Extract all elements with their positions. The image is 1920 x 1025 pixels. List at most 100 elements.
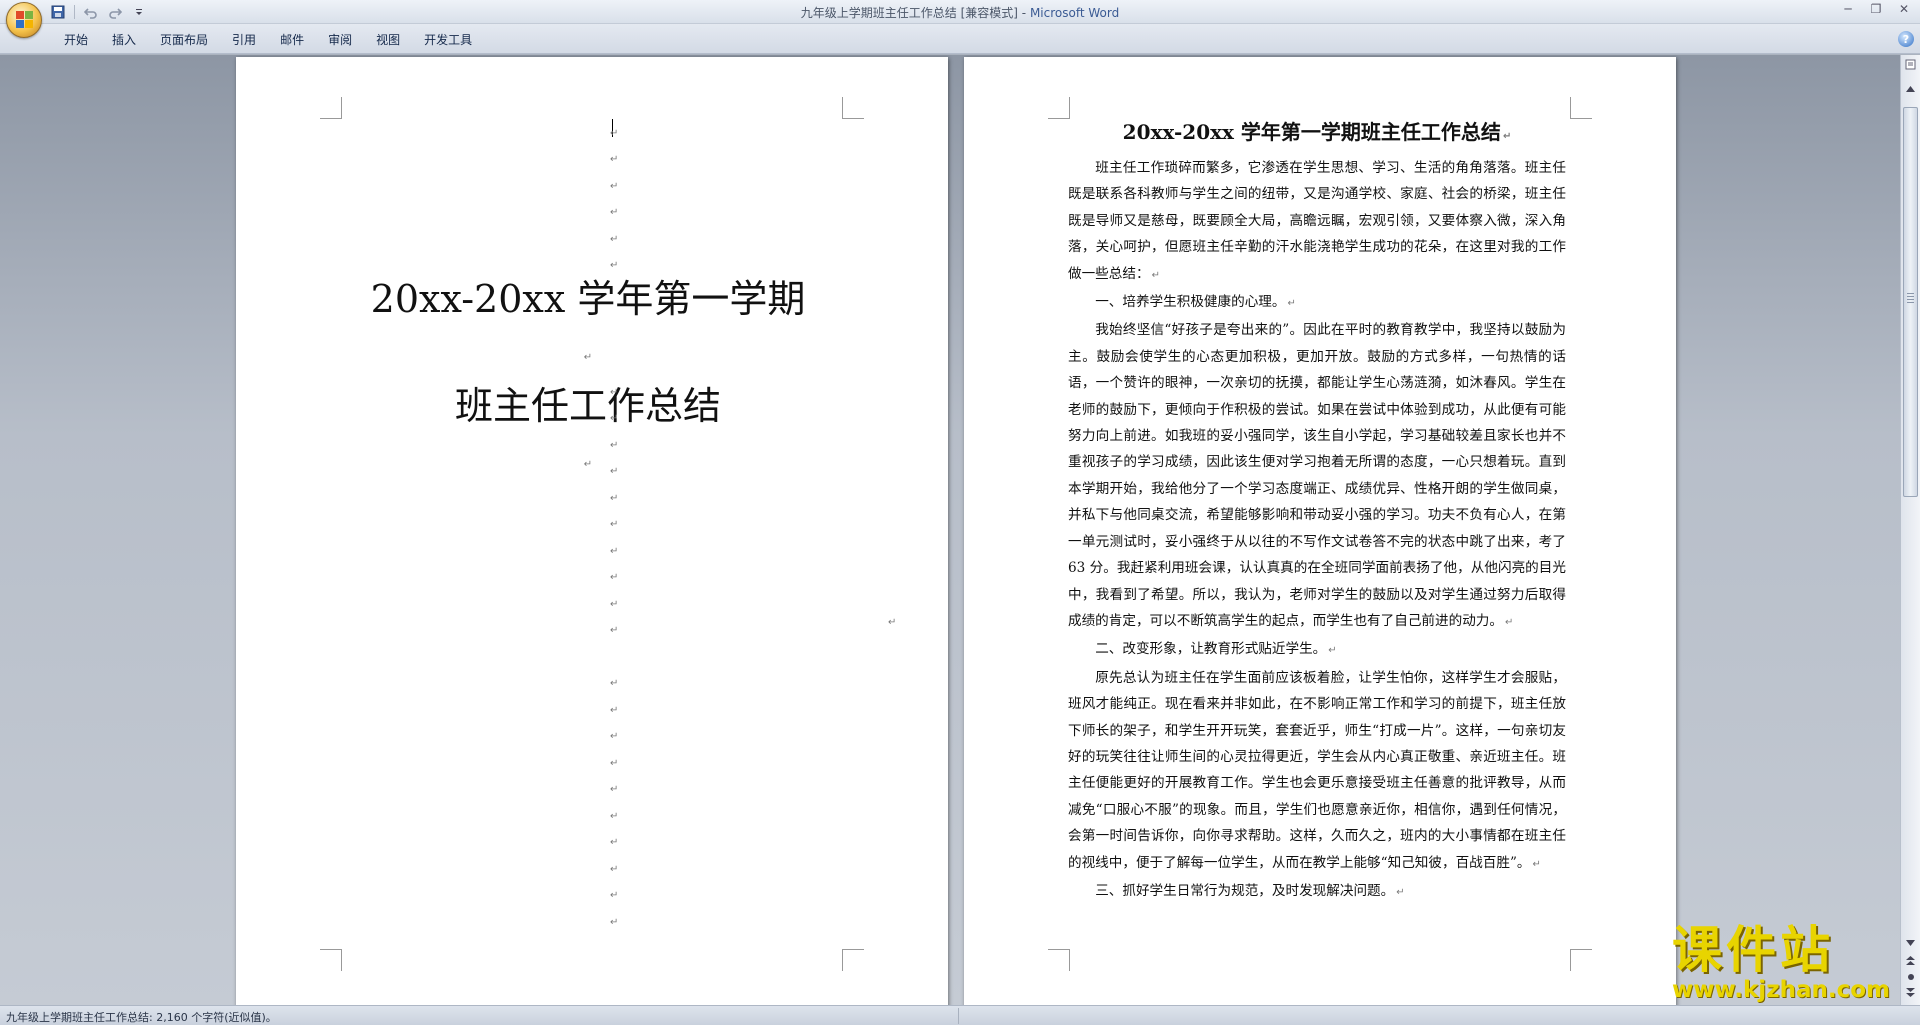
paragraph-mark: ↵	[1328, 645, 1337, 657]
crop-mark	[320, 97, 342, 119]
close-button[interactable]: ✕	[1890, 0, 1918, 18]
window-title: 九年级上学期班主任工作总结 [兼容模式] - Microsoft Word	[0, 4, 1920, 21]
paragraph-mark: ↵	[610, 864, 619, 875]
paragraph-mark: ↵	[610, 493, 619, 504]
select-browse-object-icon[interactable]	[1903, 969, 1918, 984]
vertical-scrollbar[interactable]	[1900, 55, 1920, 1005]
paragraph-mark: ↵	[610, 260, 619, 271]
ribbon: 开始 插入 页面布局 引用 邮件 审阅 视图 开发工具 ?	[0, 24, 1920, 54]
tab-references[interactable]: 引用	[220, 30, 268, 50]
paragraph-mark: ↵	[1151, 269, 1160, 281]
tab-insert[interactable]: 插入	[100, 30, 148, 50]
paragraph-mark: ↵	[1287, 298, 1296, 310]
next-page-icon[interactable]	[1903, 985, 1918, 1000]
paragraph-mark: ↵	[610, 154, 619, 165]
section-heading-text: 二、改变形象，让教育形式贴近学生。	[1095, 641, 1327, 658]
paragraph-mark: ↵	[610, 731, 619, 742]
section-heading: 三、抓好学生日常行为规范，及时发现解决问题。 ↵	[1068, 878, 1566, 906]
paragraph-mark: ↵	[610, 917, 619, 928]
crop-mark	[1048, 949, 1070, 971]
paragraph-mark: ↵	[610, 181, 619, 192]
paragraph-mark: ↵	[1396, 886, 1405, 898]
scroll-up-icon[interactable]	[1903, 81, 1918, 96]
paragraph-mark: ↵	[610, 519, 619, 530]
scrollbar-thumb[interactable]	[1903, 107, 1918, 497]
crop-mark	[320, 949, 342, 971]
paragraph-mark: ↵	[610, 599, 619, 610]
section-heading-text: 一、培养学生积极健康的心理。	[1095, 294, 1286, 311]
crop-mark	[1570, 949, 1592, 971]
help-icon[interactable]: ?	[1898, 31, 1914, 47]
scroll-down-icon[interactable]	[1903, 935, 1918, 950]
tab-review[interactable]: 审阅	[316, 30, 364, 50]
watermark-chinese: 课件站	[1672, 921, 1834, 979]
office-logo-icon	[16, 11, 34, 29]
crop-mark	[842, 949, 864, 971]
ruler-toggle-icon[interactable]	[1903, 57, 1918, 72]
paragraph-mark: ↵	[610, 678, 619, 689]
minimize-button[interactable]: ─	[1834, 0, 1862, 18]
paragraph-mark: ↵	[610, 572, 619, 583]
document-title: 20xx-20xx 学年第一学期班主任工作总结 ↵	[1068, 117, 1566, 152]
tab-developer[interactable]: 开发工具	[412, 30, 484, 50]
paragraph-mark: ↵	[610, 128, 619, 139]
office-button[interactable]	[6, 2, 42, 38]
paragraph-mark: ↵	[1505, 616, 1514, 628]
cover-title-line-2: 班主任工作总结	[454, 384, 721, 428]
paragraph: 原先总认为班主任在学生面前应该板着脸，让学生怕你，这样学生才会服贴，班风才能纯正…	[1068, 665, 1566, 878]
paragraph-mark: ↵	[610, 811, 619, 822]
tab-view[interactable]: 视图	[364, 30, 412, 50]
document-name: 九年级上学期班主任工作总结 [兼容模式]	[800, 6, 1018, 20]
status-bar: 九年级上学期班主任工作总结: 2,160 个字符(近似值)。	[0, 1005, 1920, 1025]
paragraph-mark: ↵	[610, 440, 619, 451]
paragraph-mark: ↵	[1502, 131, 1512, 142]
section-heading: 二、改变形象，让教育形式贴近学生。 ↵	[1068, 636, 1566, 664]
paragraph-text: 原先总认为班主任在学生面前应该板着脸，让学生怕你，这样学生才会服贴，班风才能纯正…	[1068, 669, 1566, 871]
word-count-status[interactable]: 九年级上学期班主任工作总结: 2,160 个字符(近似值)。	[6, 1009, 277, 1025]
paragraph-mark: ↵	[610, 705, 619, 716]
section-heading: 一、培养学生积极健康的心理。 ↵	[1068, 289, 1566, 317]
paragraph-mark: ↵	[610, 546, 619, 557]
scrollbar-grip	[1907, 293, 1914, 303]
document-page-1[interactable]: ↵ ↵ ↵ ↵ ↵ ↵ 20xx-20xx 学年第一学期 ↵ 班主任工作总结 ↵ ↵…	[236, 57, 948, 1005]
window-controls: ─ ❐ ✕	[1834, 0, 1918, 18]
paragraph-text: 班主任工作琐碎而繁多，它渗透在学生思想、学习、生活的角角落落。班主任既是联系各科…	[1068, 160, 1566, 282]
section-heading-text: 三、抓好学生日常行为规范，及时发现解决问题。	[1095, 882, 1395, 899]
crop-mark	[1048, 97, 1070, 119]
tab-mailings[interactable]: 邮件	[268, 30, 316, 50]
document-body[interactable]: 20xx-20xx 学年第一学期班主任工作总结 ↵ 班主任工作琐碎而繁多，它渗透在…	[1068, 117, 1566, 906]
watermark-logo: 课件站 www.kjzhan.com	[1672, 922, 1904, 1002]
paragraph: 我始终坚信“好孩子是夸出来的”。因此在平时的教育教学中，我坚持以鼓励为主。鼓励会…	[1068, 317, 1566, 636]
crop-mark	[842, 97, 864, 119]
tab-home[interactable]: 开始	[52, 30, 100, 50]
cover-title-line-1: 20xx-20xx 学年第一学期	[370, 277, 806, 321]
status-separator	[958, 1008, 959, 1024]
document-page-2[interactable]: 20xx-20xx 学年第一学期班主任工作总结 ↵ 班主任工作琐碎而繁多，它渗透在…	[964, 57, 1676, 1005]
cover-title: 20xx-20xx 学年第一学期 ↵ 班主任工作总结 ↵	[286, 275, 890, 489]
paragraph-mark: ↵	[610, 387, 619, 398]
paragraph-mark: ↵	[610, 758, 619, 769]
document-workspace[interactable]: ↵ ↵ ↵ ↵ ↵ ↵ 20xx-20xx 学年第一学期 ↵ 班主任工作总结 ↵ ↵…	[0, 55, 1900, 1005]
title-bar: 九年级上学期班主任工作总结 [兼容模式] - Microsoft Word ─ …	[0, 0, 1920, 38]
paragraph-mark: ↵	[610, 466, 619, 477]
paragraph-mark: ↵	[610, 625, 619, 636]
document-title-text: 20xx-20xx 学年第一学期班主任工作总结	[1122, 120, 1501, 144]
paragraph-mark: ↵	[610, 207, 619, 218]
tab-page-layout[interactable]: 页面布局	[148, 30, 220, 50]
paragraph-mark: ↵	[610, 234, 619, 245]
paragraph-mark: ↵	[610, 413, 619, 424]
paragraph-text: 我始终坚信“好孩子是夸出来的”。因此在平时的教育教学中，我坚持以鼓励为主。鼓励会…	[1068, 322, 1566, 629]
paragraph-mark: ↵	[583, 459, 593, 470]
crop-mark	[1570, 97, 1592, 119]
paragraph-mark: ↵	[1532, 858, 1541, 870]
restore-button[interactable]: ❐	[1862, 0, 1890, 18]
previous-page-icon[interactable]	[1903, 953, 1918, 968]
app-name: Microsoft Word	[1029, 6, 1120, 20]
paragraph-mark: ↵	[610, 837, 619, 848]
title-separator: -	[1017, 6, 1030, 20]
paragraph: 班主任工作琐碎而繁多，它渗透在学生思想、学习、生活的角角落落。班主任既是联系各科…	[1068, 155, 1566, 289]
paragraph-mark: ↵	[888, 617, 897, 628]
paragraph-mark: ↵	[610, 890, 619, 901]
ribbon-tabs: 开始 插入 页面布局 引用 邮件 审阅 视图 开发工具	[52, 30, 484, 50]
paragraph-mark: ↵	[610, 784, 619, 795]
